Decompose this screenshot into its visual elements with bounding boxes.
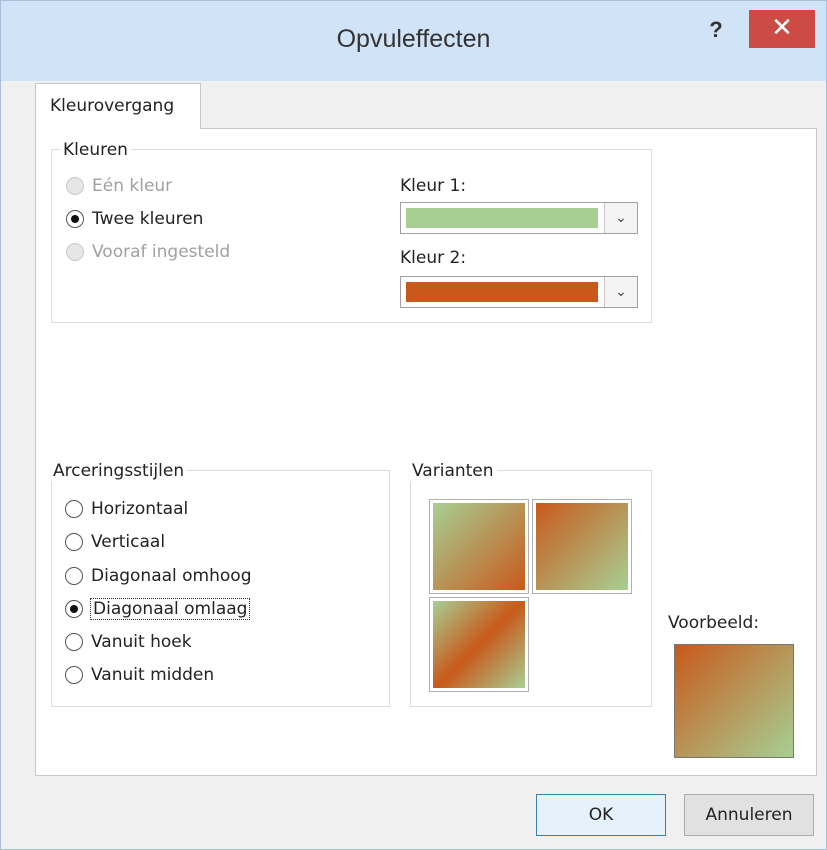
radio-diagonal-up-label: Diagonaal omhoog <box>91 566 252 586</box>
radio-horizontal[interactable]: Horizontaal <box>65 496 188 522</box>
help-button[interactable]: ? <box>701 17 731 47</box>
fill-effects-dialog: Opvuleffecten ? ✕ Kleurovergang Kleuren … <box>0 0 827 850</box>
preview-swatch <box>674 644 794 758</box>
color2-dropdown[interactable]: ⌄ <box>400 276 638 308</box>
chevron-down-icon: ⌄ <box>604 203 637 233</box>
radio-diagonal-up-indicator <box>65 567 83 585</box>
radio-diagonal-up[interactable]: Diagonaal omhoog <box>65 563 252 589</box>
radio-two-colors[interactable]: Twee kleuren <box>66 206 203 232</box>
variant-1[interactable] <box>429 499 529 594</box>
radio-vertical-label: Verticaal <box>91 532 166 552</box>
radio-diagonal-down[interactable]: Diagonaal omlaag <box>65 596 251 622</box>
radio-diagonal-down-indicator <box>65 600 83 618</box>
variant-2-swatch <box>536 503 628 590</box>
radio-one-color-label: Eén kleur <box>92 176 173 196</box>
radio-one-color-indicator <box>66 177 84 195</box>
variant-1-swatch <box>433 503 525 590</box>
radio-two-colors-indicator <box>66 210 84 228</box>
color1-label: Kleur 1: <box>400 176 467 196</box>
title-bar: Opvuleffecten ? ✕ <box>1 1 826 81</box>
variants-group: Varianten <box>409 461 652 707</box>
radio-preset[interactable]: Vooraf ingesteld <box>66 239 230 265</box>
shading-styles-group: Arceringsstijlen Horizontaal Verticaal D… <box>50 461 390 707</box>
variants-legend: Varianten <box>409 461 497 481</box>
radio-vertical-indicator <box>65 533 83 551</box>
radio-vertical[interactable]: Verticaal <box>65 529 165 555</box>
color2-label: Kleur 2: <box>400 248 467 268</box>
color2-swatch <box>406 282 598 302</box>
preview-label: Voorbeeld: <box>668 613 760 633</box>
radio-horizontal-indicator <box>65 500 83 518</box>
tab-panel: Kleuren Eén kleur Twee kleuren Vooraf in… <box>35 128 817 776</box>
radio-from-corner-indicator <box>65 633 83 651</box>
close-icon: ✕ <box>771 13 793 43</box>
radio-from-center[interactable]: Vanuit midden <box>65 662 214 688</box>
color1-swatch <box>406 208 598 228</box>
colors-group-legend: Kleuren <box>60 140 131 160</box>
color1-dropdown[interactable]: ⌄ <box>400 202 638 234</box>
variant-2[interactable] <box>532 499 632 594</box>
ok-button[interactable]: OK <box>536 794 666 836</box>
radio-from-corner-label: Vanuit hoek <box>91 632 192 652</box>
radio-diagonal-down-label: Diagonaal omlaag <box>89 598 251 620</box>
radio-one-color[interactable]: Eén kleur <box>66 173 172 199</box>
shading-styles-legend: Arceringsstijlen <box>50 461 188 481</box>
colors-group: Kleuren Eén kleur Twee kleuren Vooraf in… <box>51 140 652 323</box>
close-button[interactable]: ✕ <box>749 10 815 48</box>
radio-horizontal-label: Horizontaal <box>91 499 189 519</box>
variant-3-swatch <box>433 601 525 688</box>
radio-preset-label: Vooraf ingesteld <box>92 242 231 262</box>
cancel-button[interactable]: Annuleren <box>684 794 814 836</box>
radio-preset-indicator <box>66 243 84 261</box>
tab-gradient[interactable]: Kleurovergang <box>35 83 201 129</box>
radio-from-corner[interactable]: Vanuit hoek <box>65 629 192 655</box>
radio-from-center-label: Vanuit midden <box>91 665 215 685</box>
radio-two-colors-label: Twee kleuren <box>92 209 204 229</box>
chevron-down-icon: ⌄ <box>604 277 637 307</box>
variant-3[interactable] <box>429 597 529 692</box>
radio-from-center-indicator <box>65 666 83 684</box>
